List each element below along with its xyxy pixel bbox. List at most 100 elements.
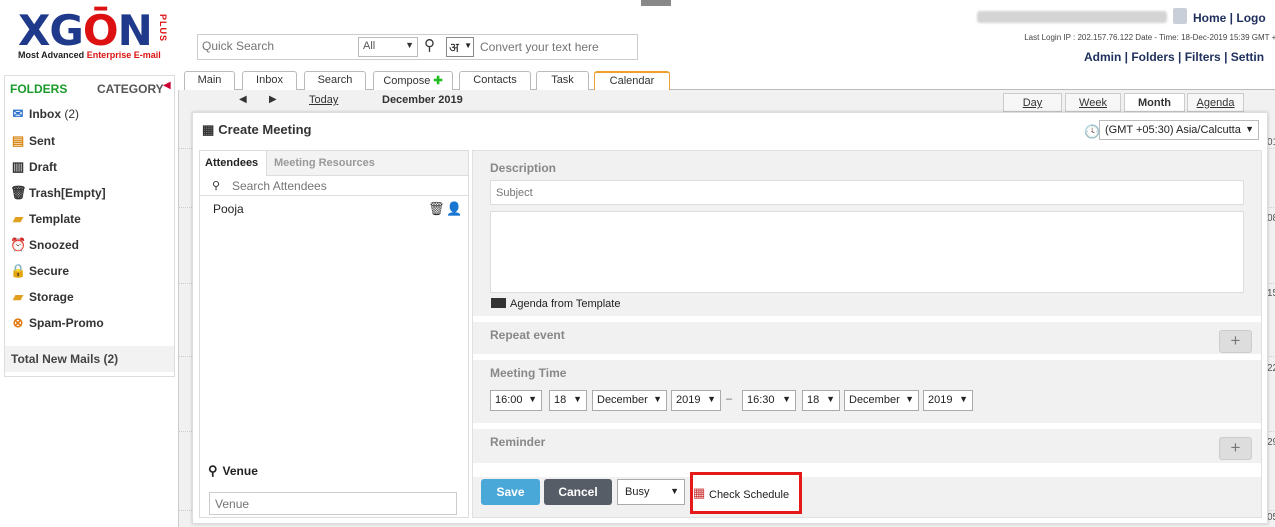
chevron-down-icon: ▼ [653, 394, 662, 404]
chevron-down-icon: ▼ [464, 41, 472, 50]
tab-meeting-resources[interactable]: Meeting Resources [274, 157, 375, 169]
logo-tagline: Most Advanced Enterprise E-mail [18, 50, 161, 60]
current-month-label: December 2019 [382, 94, 463, 106]
subject-input[interactable] [490, 180, 1244, 205]
start-day-select[interactable]: 18 ▼ [549, 390, 587, 411]
sidebar-item-snoozed[interactable]: ⏰ Snoozed [10, 237, 79, 259]
tab-task[interactable]: Task [536, 71, 589, 90]
prev-month-icon[interactable]: ◀ [239, 94, 247, 105]
calendar-nav: ◀ ▶ Today December 2019 [229, 92, 469, 110]
trash-icon: 🗑 [10, 185, 27, 200]
description-textarea[interactable] [490, 211, 1244, 293]
section-divider [473, 354, 1261, 360]
start-time-select[interactable]: 16:00 ▼ [490, 390, 542, 411]
cancel-button[interactable]: Cancel [544, 479, 612, 505]
save-button[interactable]: Save [481, 479, 540, 505]
add-reminder-button[interactable]: + [1219, 437, 1252, 460]
agenda-template-link[interactable]: Agenda from Template [491, 298, 620, 310]
tab-search[interactable]: Search [304, 71, 366, 90]
venue-label: ⚲ Venue [208, 463, 258, 478]
sidebar-item-draft[interactable]: ▥ Draft [10, 159, 57, 181]
repeat-event-title: Repeat event [490, 328, 565, 342]
view-month[interactable]: Month [1124, 93, 1185, 112]
convert-text-input[interactable] [480, 40, 630, 54]
tab-contacts[interactable]: Contacts [459, 71, 531, 90]
tab-calendar[interactable]: Calendar [594, 71, 670, 90]
account-area: Home | Logo Last Login IP : 202.157.76.1… [975, 8, 1275, 68]
section-divider [473, 463, 1261, 477]
next-month-icon[interactable]: ▶ [269, 94, 277, 105]
chevron-down-icon: ▼ [826, 394, 835, 404]
view-agenda[interactable]: Agenda [1187, 93, 1244, 112]
section-divider [473, 316, 1261, 322]
sidebar-item-trash[interactable]: 🗑 Trash[Empty] [10, 185, 106, 207]
top-scrollbar-thumb[interactable] [641, 0, 671, 6]
section-divider [473, 423, 1261, 429]
folders-tab[interactable]: FOLDERS [10, 82, 67, 96]
calendar-icon: ▦ [202, 122, 215, 137]
attendee-item: Pooja [213, 202, 244, 216]
meeting-details-pane: Description Agenda from Template Repeat … [472, 150, 1262, 518]
sidebar-item-template[interactable]: ▰ Template [10, 211, 81, 233]
tab-attendees[interactable]: Attendees [200, 151, 267, 176]
location-pin-icon: ⚲ [208, 463, 218, 478]
chevron-down-icon: ▼ [782, 394, 791, 404]
chevron-down-icon: ▼ [707, 394, 716, 404]
storage-icon: ▰ [13, 289, 23, 304]
sidebar-item-sent[interactable]: ▤ Sent [10, 133, 55, 155]
start-year-select[interactable]: 2019 ▼ [671, 390, 721, 411]
search-scope-select[interactable]: All ▼ [358, 37, 418, 57]
category-tab[interactable]: CATEGORY [97, 82, 164, 96]
timezone-select[interactable]: (GMT +05:30) Asia/Calcutta ▼ [1099, 120, 1259, 140]
total-new-mails: Total New Mails (2) [5, 346, 174, 372]
create-meeting-dialog: ▦ Create Meeting 🕓 (GMT +05:30) Asia/Calc… [192, 112, 1268, 524]
meeting-time-title: Meeting Time [490, 366, 567, 380]
end-day-select[interactable]: 18 ▼ [802, 390, 840, 411]
quick-search-input[interactable] [202, 39, 352, 53]
view-week[interactable]: Week [1065, 93, 1121, 112]
calendar-day-number: 29 [1267, 437, 1275, 448]
view-day[interactable]: Day [1003, 93, 1062, 112]
template-icon: ▰ [13, 211, 23, 226]
person-icon[interactable]: 👤 [446, 201, 462, 217]
collapse-arrow-icon[interactable]: ◀ [163, 80, 171, 91]
description-title: Description [490, 161, 557, 175]
attendee-tabs: Attendees Meeting Resources [200, 151, 468, 176]
sent-icon: ▤ [11, 133, 25, 148]
tab-inbox[interactable]: Inbox [242, 71, 297, 90]
draft-icon: ▥ [11, 159, 25, 174]
logo-plus: PLUS [158, 14, 168, 43]
today-link[interactable]: Today [309, 94, 338, 106]
reminder-title: Reminder [490, 435, 546, 449]
snoozed-icon: ⏰ [10, 237, 27, 252]
attendee-search-input[interactable] [232, 179, 432, 193]
logo-wordmark: XGŌN [18, 6, 153, 55]
time-range-separator: – [726, 393, 733, 405]
start-month-select[interactable]: December ▼ [592, 390, 667, 411]
language-select[interactable]: अ ▼ [446, 37, 474, 57]
add-repeat-button[interactable]: + [1219, 330, 1252, 353]
availability-select[interactable]: Busy ▼ [617, 479, 685, 505]
user-email-blurred [977, 11, 1167, 23]
admin-links[interactable]: Admin | Folders | Filters | Settin [1084, 50, 1264, 64]
sidebar-item-inbox[interactable]: ✉ Inbox (2) [10, 106, 79, 128]
sidebar-item-secure[interactable]: 🔒 Secure [10, 263, 69, 285]
sidebar-item-spam[interactable]: ⊗ Spam-Promo [10, 315, 104, 337]
end-month-select[interactable]: December ▼ [844, 390, 919, 411]
tab-main[interactable]: Main [184, 71, 235, 90]
sidebar-header: FOLDERS CATEGORY ◀ [5, 76, 174, 100]
sidebar-item-storage[interactable]: ▰ Storage [10, 289, 74, 311]
calendar-day-number: 01 [1267, 137, 1275, 148]
end-year-select[interactable]: 2019 ▼ [923, 390, 973, 411]
tab-compose[interactable]: Compose ✚ [373, 71, 453, 90]
search-icon[interactable]: ⚲ [424, 36, 435, 54]
venue-input[interactable] [209, 492, 457, 515]
xgen-logo[interactable]: XGŌN PLUS Most Advanced Enterprise E-mai… [18, 6, 178, 64]
spam-icon: ⊗ [12, 315, 24, 330]
delete-attendee-icon[interactable]: 🗑 [428, 201, 445, 217]
clock-icon: 🕓 [1084, 124, 1101, 139]
end-time-select[interactable]: 16:30 ▼ [742, 390, 796, 411]
chevron-down-icon: ▼ [905, 394, 914, 404]
check-schedule-button[interactable]: ▦ Check Schedule [690, 472, 802, 514]
home-logout-links[interactable]: Home | Logo [1193, 11, 1266, 25]
